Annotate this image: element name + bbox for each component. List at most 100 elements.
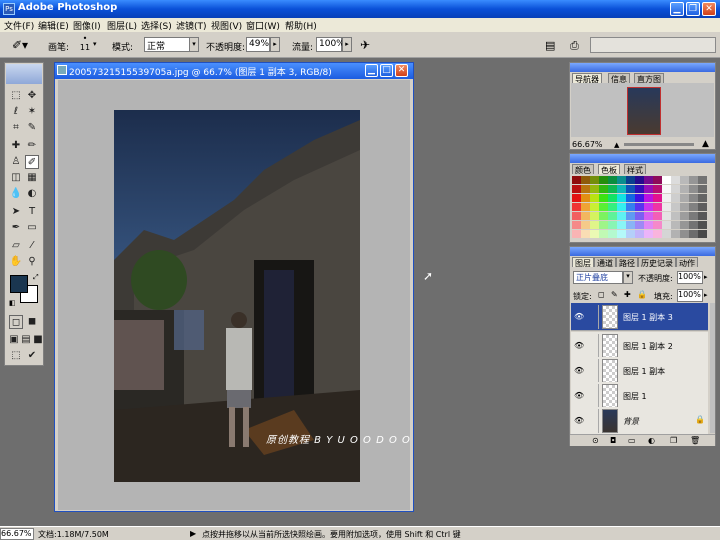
- color-swatch[interactable]: [572, 221, 581, 229]
- color-swatch[interactable]: [653, 194, 662, 202]
- magic-wand-icon[interactable]: ✶: [25, 105, 39, 119]
- color-swatch[interactable]: [680, 185, 689, 193]
- color-swatch[interactable]: [617, 194, 626, 202]
- tab-color[interactable]: 颜色: [572, 164, 594, 175]
- navigator-view-box[interactable]: [627, 87, 661, 135]
- menu-edit[interactable]: 编辑(E): [38, 19, 69, 32]
- color-swatch[interactable]: [671, 221, 680, 229]
- jump-to-icon[interactable]: ✔: [25, 349, 39, 363]
- color-swatch[interactable]: [698, 194, 707, 202]
- new-layer-icon[interactable]: ❐: [670, 436, 677, 445]
- eraser-icon[interactable]: ◫: [9, 171, 23, 185]
- color-swatch[interactable]: [671, 185, 680, 193]
- link-slot[interactable]: [587, 359, 599, 383]
- color-swatch[interactable]: [590, 212, 599, 220]
- color-swatch[interactable]: [626, 176, 635, 184]
- tab-styles[interactable]: 样式: [624, 164, 646, 175]
- color-swatch[interactable]: [626, 212, 635, 220]
- swatch-grid[interactable]: [572, 176, 708, 242]
- tab-actions[interactable]: 动作: [676, 257, 698, 268]
- color-swatch[interactable]: [671, 212, 680, 220]
- link-slot[interactable]: [587, 409, 599, 433]
- color-swatch[interactable]: [617, 212, 626, 220]
- lasso-tool-icon[interactable]: ℓ: [9, 105, 23, 119]
- color-swatch[interactable]: [608, 176, 617, 184]
- layers-scrollbar[interactable]: [710, 303, 715, 433]
- color-swatch[interactable]: [617, 221, 626, 229]
- visibility-eye-icon[interactable]: 👁: [574, 366, 584, 376]
- tab-layers[interactable]: 图层: [572, 257, 594, 268]
- color-swatch[interactable]: [635, 230, 644, 238]
- canvas-area[interactable]: 原创教程 B Y U O O D O O: [58, 80, 410, 510]
- mode-select[interactable]: 正常: [144, 37, 190, 52]
- color-swatch[interactable]: [644, 176, 653, 184]
- color-swatch[interactable]: [590, 185, 599, 193]
- hand-tool-icon[interactable]: ✋: [9, 255, 23, 269]
- color-swatch[interactable]: [572, 230, 581, 238]
- trash-icon[interactable]: 🗑: [690, 436, 700, 445]
- color-swatch[interactable]: [644, 194, 653, 202]
- lock-transparency-icon[interactable]: ◻: [598, 290, 605, 299]
- color-swatch[interactable]: [581, 194, 590, 202]
- color-swatch[interactable]: [590, 176, 599, 184]
- color-swatch[interactable]: [617, 203, 626, 211]
- color-swatch[interactable]: [698, 221, 707, 229]
- color-swatch[interactable]: [671, 194, 680, 202]
- palette-well-icon[interactable]: ⎙: [570, 39, 579, 53]
- color-swatch[interactable]: [653, 212, 662, 220]
- visibility-eye-icon[interactable]: 👁: [574, 312, 584, 322]
- color-swatch[interactable]: [662, 176, 671, 184]
- menu-help[interactable]: 帮助(H): [285, 19, 317, 32]
- color-swatch[interactable]: [689, 212, 698, 220]
- photo-canvas[interactable]: [114, 110, 360, 482]
- color-swatch[interactable]: [608, 230, 617, 238]
- file-browser-icon[interactable]: ▤: [545, 39, 555, 52]
- color-swatch[interactable]: [680, 194, 689, 202]
- color-swatch[interactable]: [608, 212, 617, 220]
- layer-set-icon[interactable]: ▭: [628, 436, 636, 445]
- color-swatch[interactable]: [599, 176, 608, 184]
- color-swatch[interactable]: [698, 203, 707, 211]
- link-slot[interactable]: [587, 334, 599, 358]
- opacity-arrow-icon[interactable]: ▸: [270, 37, 280, 52]
- standard-mode-icon[interactable]: ◻: [9, 315, 23, 329]
- color-swatch[interactable]: [662, 203, 671, 211]
- swap-colors-icon[interactable]: ⤢: [33, 273, 39, 282]
- color-swatch[interactable]: [662, 230, 671, 238]
- dodge-tool-icon[interactable]: ◐: [25, 187, 39, 201]
- color-swatch[interactable]: [680, 176, 689, 184]
- clone-stamp-icon[interactable]: ♙: [9, 155, 23, 169]
- swatches-panel-header[interactable]: [570, 154, 715, 163]
- blend-mode-select[interactable]: 正片叠底: [573, 271, 623, 284]
- opacity-field[interactable]: 49%: [246, 37, 270, 52]
- layers-panel-header[interactable]: [570, 247, 715, 256]
- link-slot[interactable]: [587, 384, 599, 408]
- color-swatch[interactable]: [599, 185, 608, 193]
- quick-mask-icon[interactable]: ◼: [25, 315, 39, 329]
- layer-opacity-field[interactable]: 100%: [677, 271, 703, 284]
- menu-window[interactable]: 窗口(W): [246, 19, 280, 32]
- doc-close-button[interactable]: ✕: [395, 64, 408, 77]
- color-swatch[interactable]: [635, 212, 644, 220]
- color-swatch[interactable]: [644, 203, 653, 211]
- visibility-eye-icon[interactable]: 👁: [574, 416, 584, 426]
- foreground-color-swatch[interactable]: [10, 275, 28, 293]
- healing-brush-icon[interactable]: ✚: [9, 139, 23, 153]
- fill-arrow-icon[interactable]: ▸: [704, 291, 708, 299]
- color-swatch[interactable]: [581, 230, 590, 238]
- color-swatch[interactable]: [581, 212, 590, 220]
- color-swatch[interactable]: [581, 221, 590, 229]
- color-swatch[interactable]: [581, 176, 590, 184]
- color-swatch[interactable]: [653, 176, 662, 184]
- notes-tool-icon[interactable]: ▱: [9, 239, 23, 253]
- layer-opacity-arrow-icon[interactable]: ▸: [704, 273, 708, 281]
- color-swatch[interactable]: [572, 176, 581, 184]
- color-swatch[interactable]: [680, 212, 689, 220]
- flow-arrow-icon[interactable]: ▸: [342, 37, 352, 52]
- color-swatch[interactable]: [599, 212, 608, 220]
- color-swatch[interactable]: [590, 221, 599, 229]
- color-swatch[interactable]: [626, 221, 635, 229]
- close-button[interactable]: ✕: [702, 2, 716, 16]
- restore-button[interactable]: ❐: [686, 2, 700, 16]
- doc-maximize-button[interactable]: □: [380, 64, 393, 77]
